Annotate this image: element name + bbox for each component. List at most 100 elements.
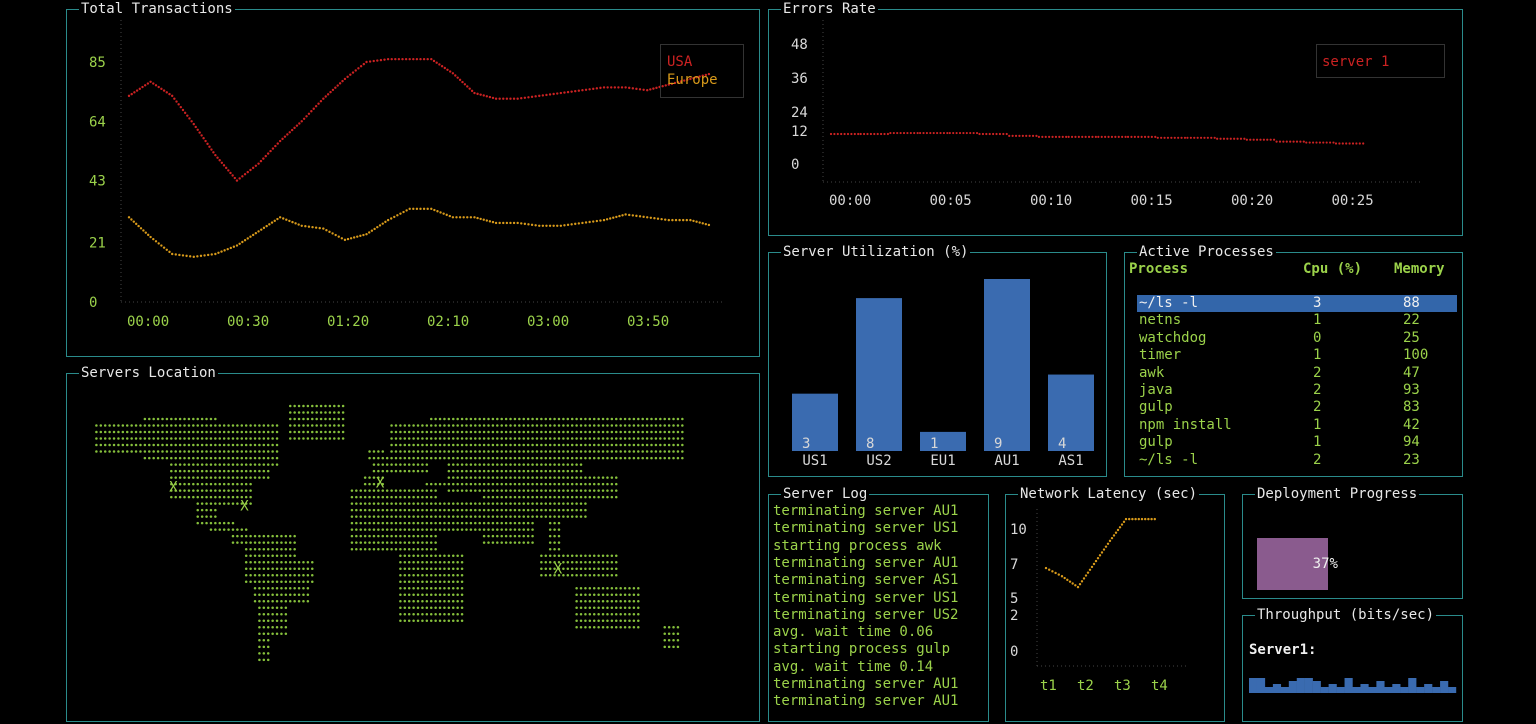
map-dot [535,489,539,492]
map-dot [584,476,587,479]
series-europe-dot [359,234,362,238]
map-dot [557,534,561,538]
map-dot [222,489,226,492]
map-dot [271,450,274,453]
map-dot [209,463,213,466]
process-row[interactable]: watchdog 0 25 [1137,330,1457,347]
map-dot [399,437,402,440]
col-memory[interactable]: Memory [1394,261,1445,277]
log-entry: starting process gulp [773,641,951,658]
map-dot [452,613,455,616]
series-europe-dot [368,231,371,234]
x-tick-label: t2 [1077,678,1094,694]
process-row[interactable]: npm install 1 42 [1137,417,1457,434]
map-dot [236,502,239,505]
map-dot [553,521,556,525]
map-dot [504,482,508,486]
series-europe-dot [584,221,588,224]
map-dot [491,443,495,447]
series-usa-dot [505,97,509,100]
map-dot [108,424,111,427]
process-row[interactable]: awk 2 47 [1137,365,1457,382]
process-row[interactable]: gulp 1 94 [1137,434,1457,451]
map-dot [540,489,543,492]
process-row[interactable]: ~/ls -l 3 88 [1137,295,1457,312]
map-dot [557,541,561,544]
map-dot [302,404,305,408]
map-dot [293,534,296,538]
map-dot [280,567,283,570]
map-dot [438,600,442,603]
map-dot [535,502,539,505]
series-usa-dot [509,97,512,100]
map-dot [205,437,208,440]
map-dot [333,430,336,434]
process-row[interactable]: netns 1 22 [1137,312,1457,329]
series-server1-dot [896,131,899,135]
process-row[interactable]: timer 1 100 [1137,347,1457,364]
map-dot [412,580,415,583]
series-server1-dot [1173,136,1176,139]
map-dot [121,443,125,447]
map-dot [262,658,266,662]
map-dot [302,437,305,440]
map-dot [377,495,380,499]
map-dot [509,482,512,486]
map-dot [218,443,222,447]
map-dot [579,424,583,427]
series-usa-dot [331,88,335,92]
map-dot [606,482,609,486]
series-server1-dot [1180,136,1183,139]
latency-series-dot [1057,573,1060,576]
map-dot [302,600,305,603]
map-dot [306,417,310,421]
process-row[interactable]: ~/ls -l 2 23 [1137,452,1457,469]
map-dot [509,521,512,525]
map-dot [562,573,565,577]
map-dot [447,567,451,570]
process-row[interactable]: java 2 93 [1137,382,1457,399]
map-dot [443,430,446,434]
series-europe-dot [322,227,325,230]
map-dot [222,463,226,466]
map-dot [421,437,424,440]
map-dot [289,567,292,570]
series-usa-dot [440,65,444,68]
col-cpu[interactable]: Cpu (%) [1303,261,1362,277]
map-dot [610,450,614,453]
map-dot [394,547,398,551]
map-dot [394,463,398,466]
map-dot [355,502,358,505]
series-europe-dot [433,208,436,212]
series-usa-dot [204,139,207,143]
map-dot [236,450,239,453]
map-dot [271,541,274,544]
map-dot [628,626,631,629]
series-europe-dot [479,217,482,221]
map-dot [134,424,138,427]
map-dot [231,528,235,531]
map-dot [526,424,530,427]
series-usa-dot [448,70,452,73]
map-dot [562,554,565,557]
map-dot [429,515,433,518]
series-usa-dot [530,95,534,99]
map-dot [306,600,310,603]
series-europe-dot [337,235,340,238]
series-server1-dot [1097,135,1100,138]
series-server1-dot [916,131,919,135]
server-marker: X [376,476,385,492]
map-dot [676,424,680,427]
map-dot [522,463,525,466]
col-process[interactable]: Process [1129,261,1188,277]
map-dot [434,534,437,538]
map-dot [161,430,164,434]
series-usa-dot [538,94,541,98]
map-dot [452,521,455,525]
process-row[interactable]: gulp 2 83 [1137,399,1457,416]
series-europe-dot [257,230,260,233]
map-dot [452,437,455,440]
series-europe-dot [599,219,602,222]
map-dot [474,424,477,427]
map-dot [399,528,402,531]
